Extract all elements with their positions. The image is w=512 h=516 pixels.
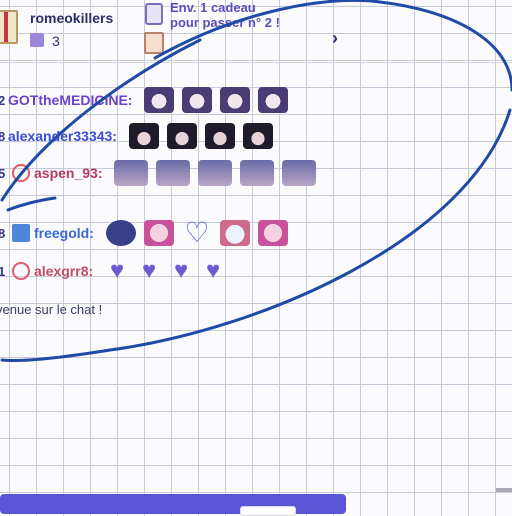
chat-message: 8 alexander33343: bbox=[0, 123, 273, 149]
badge-number: 5 bbox=[0, 165, 6, 181]
chat-username[interactable]: alexgrr8: bbox=[34, 263, 93, 279]
emote[interactable] bbox=[156, 160, 191, 186]
crown-icon bbox=[12, 224, 30, 242]
heart-icon[interactable]: ♥ bbox=[137, 259, 161, 283]
gift-icon bbox=[0, 10, 18, 44]
heart-icon[interactable]: ♥ bbox=[169, 259, 193, 283]
emote[interactable] bbox=[240, 160, 275, 186]
welcome-message: venue sur le chat ! bbox=[0, 302, 103, 317]
emote[interactable] bbox=[182, 87, 213, 113]
emote[interactable] bbox=[219, 220, 250, 246]
mini-mark bbox=[496, 488, 512, 492]
emote[interactable] bbox=[258, 87, 289, 113]
emote[interactable] bbox=[257, 220, 288, 246]
emote[interactable] bbox=[204, 123, 235, 149]
heart-icon[interactable]: ♥ bbox=[105, 259, 129, 283]
hand-drawn-annotation bbox=[0, 0, 512, 363]
chat-header: romeokillers 3 Env. 1 cadeau pour passer… bbox=[0, 0, 512, 62]
heart-icon[interactable]: ♥ bbox=[201, 259, 225, 283]
emote[interactable] bbox=[166, 123, 197, 149]
header-divider bbox=[0, 62, 512, 63]
badge-number: 8 bbox=[0, 128, 6, 144]
emote[interactable] bbox=[144, 87, 175, 113]
emote[interactable] bbox=[282, 160, 317, 186]
small-input[interactable] bbox=[240, 506, 296, 516]
gift-icon bbox=[144, 32, 164, 54]
emote[interactable] bbox=[143, 220, 174, 246]
chat-username[interactable]: GOTtheMEDICINE: bbox=[8, 92, 132, 108]
gift-ribbon bbox=[4, 12, 8, 42]
gift-icon bbox=[30, 33, 44, 47]
emote[interactable] bbox=[220, 87, 251, 113]
gift-prompt-line-1[interactable]: Env. 1 cadeau bbox=[170, 0, 256, 15]
chat-message: 2 GOTtheMEDICINE: bbox=[0, 87, 289, 113]
ring-badge-icon bbox=[12, 262, 30, 280]
emote[interactable] bbox=[242, 123, 273, 149]
chat-message: 5 aspen_93: bbox=[0, 160, 317, 186]
top-username[interactable]: romeokillers bbox=[30, 10, 113, 26]
emote[interactable] bbox=[105, 220, 136, 246]
ring-badge-icon bbox=[12, 164, 30, 182]
gift-count: 3 bbox=[52, 33, 60, 49]
badge-number: 8 bbox=[0, 225, 6, 241]
emote[interactable] bbox=[128, 123, 159, 149]
chat-username[interactable]: alexander33343: bbox=[8, 128, 117, 144]
badge-number: 1 bbox=[0, 263, 6, 279]
gift-icon bbox=[145, 3, 163, 25]
chat-message: 1 alexgrr8: ♥ ♥ ♥ ♥ bbox=[0, 258, 225, 284]
chat-username[interactable]: aspen_93: bbox=[34, 165, 102, 181]
emote[interactable] bbox=[114, 160, 149, 186]
chat-username[interactable]: freegold: bbox=[34, 225, 94, 241]
chevron-right-icon[interactable]: › bbox=[332, 28, 338, 49]
gift-prompt-line-2[interactable]: pour passer n° 2 ! bbox=[170, 15, 280, 30]
chat-message: 8 freegold: ♡ bbox=[0, 219, 288, 247]
heart-icon[interactable]: ♡ bbox=[182, 219, 212, 247]
badge-number: 2 bbox=[0, 92, 6, 108]
emote[interactable] bbox=[198, 160, 233, 186]
